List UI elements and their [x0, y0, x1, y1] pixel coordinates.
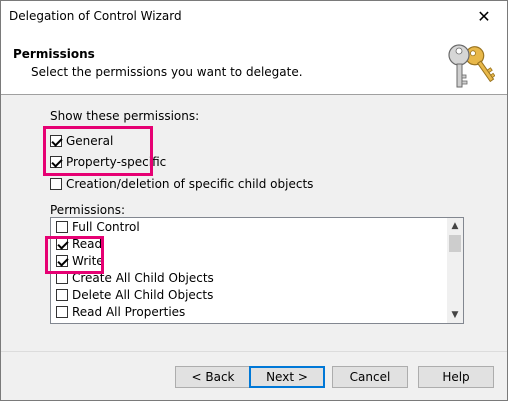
wizard-header: Permissions Select the permissions you w… — [1, 31, 507, 95]
permissions-list: Full Control Read Write Create All Child… — [51, 218, 446, 323]
checkbox-creation-deletion[interactable] — [50, 177, 62, 190]
permissions-listbox[interactable]: Full Control Read Write Create All Child… — [50, 217, 464, 324]
page-subtitle: Select the permissions you want to deleg… — [31, 65, 303, 79]
help-button[interactable]: Help — [418, 366, 494, 388]
next-button[interactable]: Next > — [249, 366, 325, 388]
item-label: Full Control — [72, 219, 140, 234]
scroll-thumb[interactable] — [449, 235, 461, 252]
list-item[interactable]: Read — [51, 235, 446, 252]
checkbox-full-control[interactable] — [56, 220, 68, 233]
permissions-label: Permissions: — [50, 203, 126, 217]
page-title: Permissions — [13, 47, 95, 61]
highlight-read-write — [45, 236, 104, 274]
list-item[interactable]: Write — [51, 252, 446, 269]
wizard-body: Show these permissions: General Property… — [1, 95, 507, 351]
item-label: Read All Properties — [72, 304, 186, 319]
list-item[interactable]: Create All Child Objects — [51, 269, 446, 286]
wizard-window: Delegation of Control Wizard ✕ Permissio… — [0, 0, 508, 401]
list-item[interactable]: Delete All Child Objects — [51, 286, 446, 303]
highlight-show-options — [43, 126, 153, 176]
close-icon[interactable]: ✕ — [461, 1, 507, 31]
checkbox-delete-all-child-objects[interactable] — [56, 288, 68, 301]
list-item[interactable]: Full Control — [51, 218, 446, 235]
title-bar: Delegation of Control Wizard ✕ — [1, 1, 507, 31]
option-creation-deletion[interactable]: Creation/deletion of specific child obje… — [50, 175, 313, 192]
checkbox-read-all-properties[interactable] — [56, 305, 68, 318]
list-item[interactable]: Read All Properties — [51, 303, 446, 320]
scroll-up-icon[interactable]: ▲ — [447, 218, 463, 234]
back-button[interactable]: < Back — [175, 366, 251, 388]
show-permissions-label: Show these permissions: — [50, 109, 200, 123]
item-label: Delete All Child Objects — [72, 287, 214, 302]
button-bar: < Back Next > Cancel Help — [1, 351, 507, 401]
option-creation-deletion-label: Creation/deletion of specific child obje… — [66, 176, 314, 191]
keys-icon — [448, 44, 495, 88]
cancel-button[interactable]: Cancel — [332, 366, 408, 388]
scroll-down-icon[interactable]: ▼ — [447, 307, 463, 323]
window-title: Delegation of Control Wizard — [9, 9, 182, 23]
vertical-scrollbar[interactable]: ▲ ▼ — [447, 218, 463, 323]
